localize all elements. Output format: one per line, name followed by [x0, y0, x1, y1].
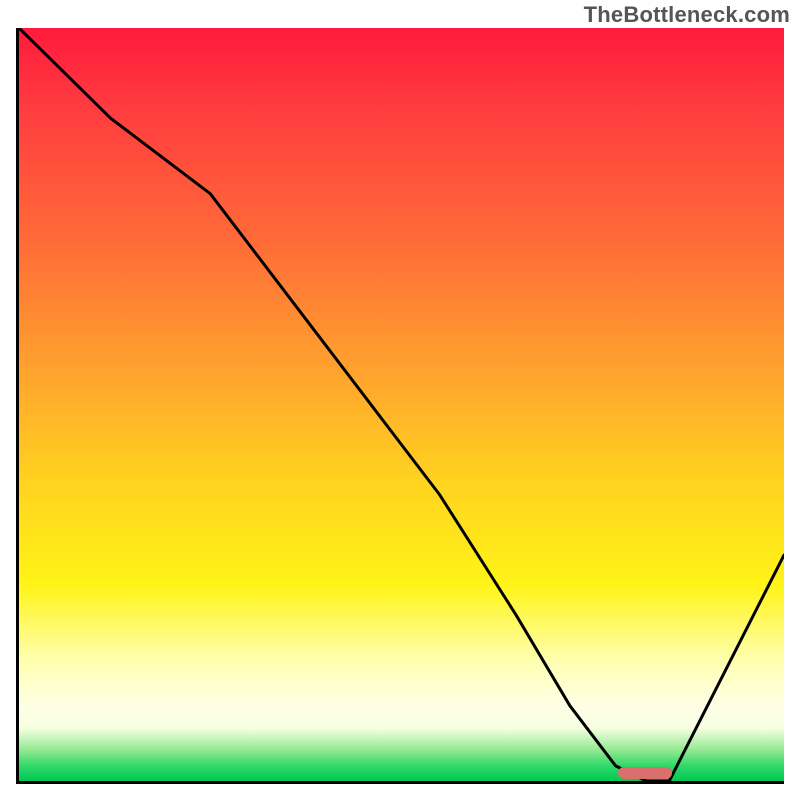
bottleneck-curve: [19, 28, 784, 781]
plot-area: [16, 28, 784, 784]
chart-container: TheBottleneck.com: [0, 0, 800, 800]
watermark-text: TheBottleneck.com: [584, 2, 790, 28]
optimal-range-marker: [618, 767, 672, 779]
